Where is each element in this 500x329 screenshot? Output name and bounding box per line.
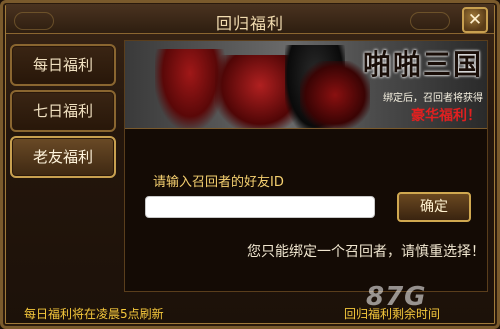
content-panel: 啪啪三国 绑定后，召回者将获得 豪华福利！ 请输入召回者的好友ID 确定 您只能… (124, 40, 488, 292)
game-logo: 啪啪三国 (363, 48, 484, 81)
bind-notice: 您只能绑定一个召回者，请慎重选择！ (247, 244, 485, 260)
friend-id-input[interactable] (145, 196, 375, 218)
close-icon: ✕ (467, 10, 483, 30)
banner-cta: 豪华福利！ (411, 108, 481, 124)
banner-subtitle: 绑定后，召回者将获得 (383, 93, 483, 104)
friend-id-prompt: 请输入召回者的好友ID (153, 175, 284, 190)
tab-old-friend-welfare[interactable]: 老友福利 (10, 136, 116, 178)
confirm-label: 确定 (420, 199, 448, 215)
tab-label: 老友福利 (32, 148, 93, 166)
title-bar: 回归福利 ✕ (6, 4, 494, 34)
tab-daily-welfare[interactable]: 每日福利 (10, 44, 116, 86)
close-button[interactable]: ✕ (462, 7, 488, 33)
tab-label: 七日福利 (32, 102, 93, 120)
banner-image: 啪啪三国 绑定后，召回者将获得 豪华福利！ (125, 41, 487, 129)
daily-refresh-note: 每日福利将在凌晨5点刷新 (24, 307, 164, 321)
dialog-title: 回归福利 (215, 14, 284, 33)
site-watermark: 87G (366, 282, 427, 312)
tab-label: 每日福利 (32, 56, 93, 74)
tab-seven-day-welfare[interactable]: 七日福利 (10, 90, 116, 132)
confirm-button[interactable]: 确定 (397, 192, 471, 222)
